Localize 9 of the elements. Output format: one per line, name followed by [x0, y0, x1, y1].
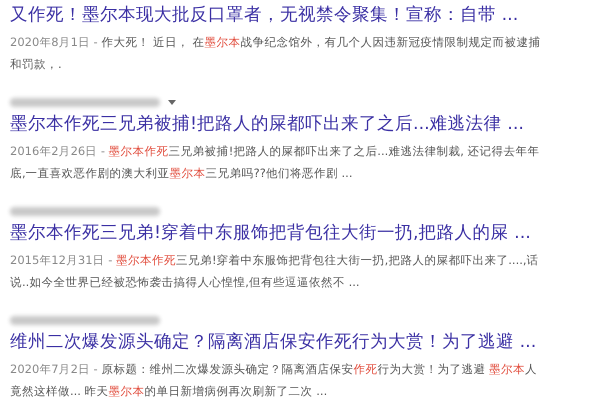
result-snippet: 2015年12月31日 - 墨尔本作死三兄弟!穿着中东服饰把背包往大街一扔,把路人的屎都吓出来了....,话说..如今全世界已经被恐怖袭击搞得人心惶惶,但有些逗逼依然不 ...	[10, 252, 540, 291]
result-title-link[interactable]: 维州二次爆发源头确定？隔离酒店保安作死行为大赏！为了逃避 ...	[10, 329, 584, 355]
result-snippet: 2020年7月2日 - 原标题：维州二次爆发源头确定？隔离酒店保安作死行为大赏！为了逃避 墨尔本人竟然这样做... 昨天墨尔本的单日新增病例再次刷新了二次 ...	[10, 361, 538, 400]
result-title-link[interactable]: 墨尔本作死三兄弟被捕!把路人的屎都吓出来了之后...难逃法律 ...	[10, 111, 584, 137]
result-snippet: 2020年8月1日 - 作大死！ 近日， 在墨尔本战争纪念馆外，有几个人因违新冠疫情限制规定而被逮捕和罚款，.	[10, 34, 542, 73]
result-snippet: 2016年2月26日 - 墨尔本作死三兄弟被捕!把路人的屎都吓出来了之后...难逃法律制裁, 还记得去年年底,一直喜欢恶作剧的澳大利亚墨尔本三兄弟吗??他们将恶作剧 ...	[10, 143, 541, 182]
result-title-link[interactable]: 墨尔本作死三兄弟!穿着中东服饰把背包往大街一扔,把路人的屎 ...	[10, 220, 584, 246]
result-title-link[interactable]: 又作死！墨尔本现大批反口罩者，无视禁令聚集！宣称：自带 ...	[10, 2, 584, 28]
caret-icon[interactable]	[168, 100, 176, 104]
